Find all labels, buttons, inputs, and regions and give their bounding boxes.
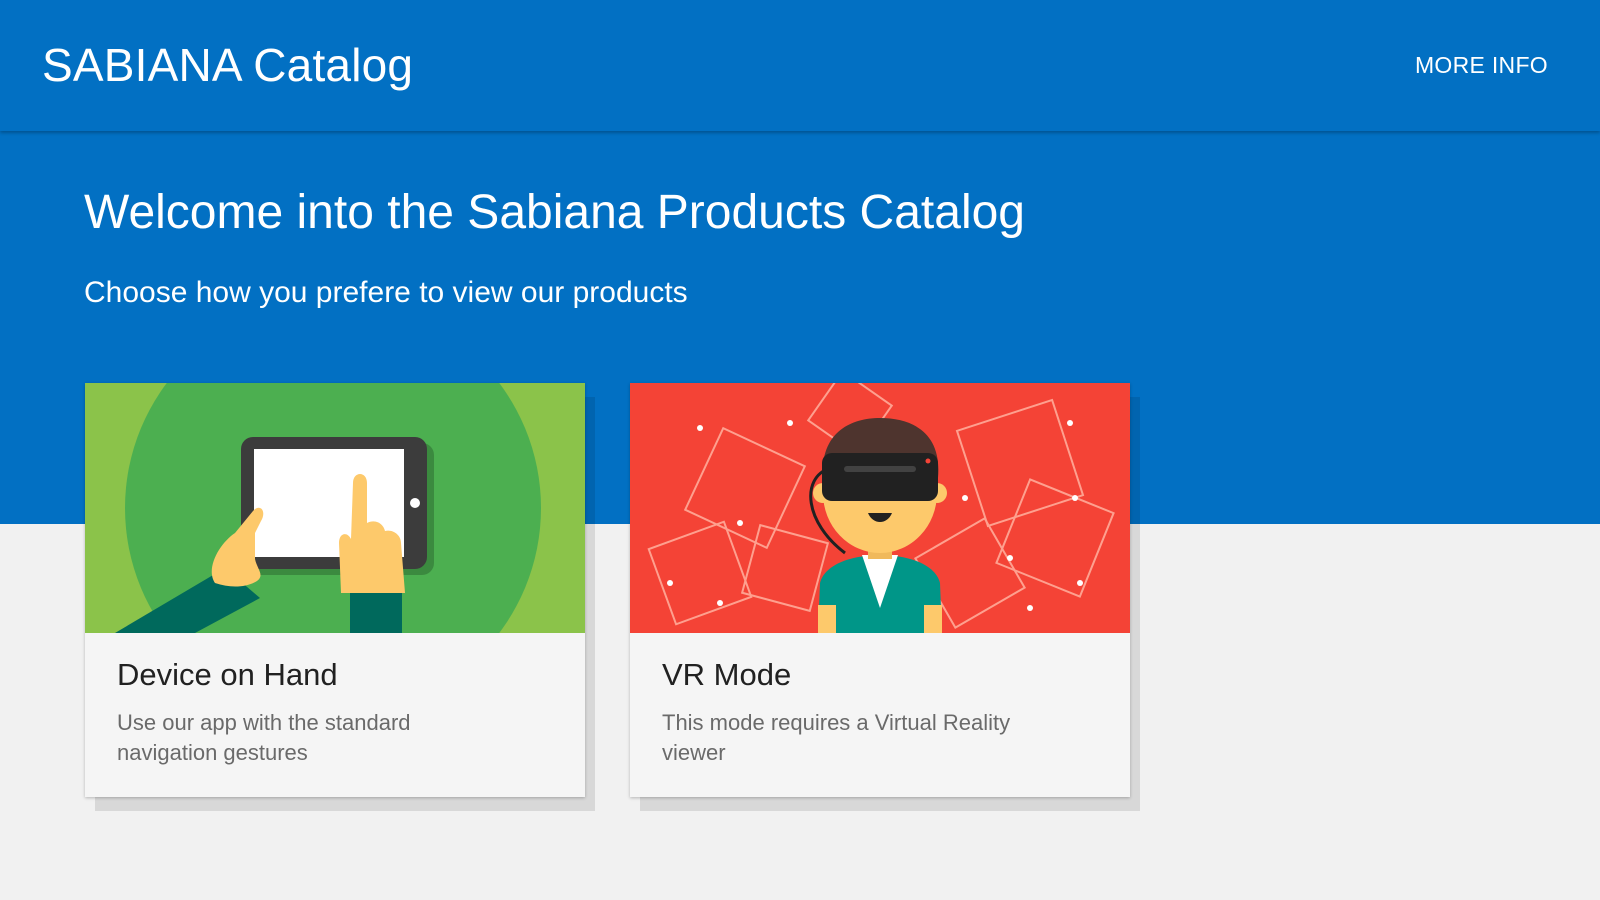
welcome-subheading: Choose how you prefere to view our produ… <box>84 276 688 309</box>
app-title: SABIANA Catalog <box>42 39 414 91</box>
app-bar: SABIANA Catalog MORE INFO <box>0 0 1600 131</box>
app-root: SABIANA Catalog MORE INFO Welcome into t… <box>0 0 1600 900</box>
card-description: Use our app with the standard navigation… <box>117 710 411 765</box>
tablet-hands-illustration <box>85 383 585 633</box>
vr-headset-illustration <box>630 383 1130 633</box>
card-description: This mode requires a Virtual Reality vie… <box>662 710 1011 765</box>
device-on-hand-card[interactable]: Device on Hand Use our app with the stan… <box>85 383 585 797</box>
card-title: VR Mode <box>662 657 792 692</box>
vr-mode-card[interactable]: VR Mode This mode requires a Virtual Rea… <box>630 383 1130 797</box>
more-info-button[interactable]: MORE INFO <box>1415 52 1548 79</box>
welcome-heading: Welcome into the Sabiana Products Catalo… <box>84 186 1025 239</box>
card-title: Device on Hand <box>117 657 338 692</box>
